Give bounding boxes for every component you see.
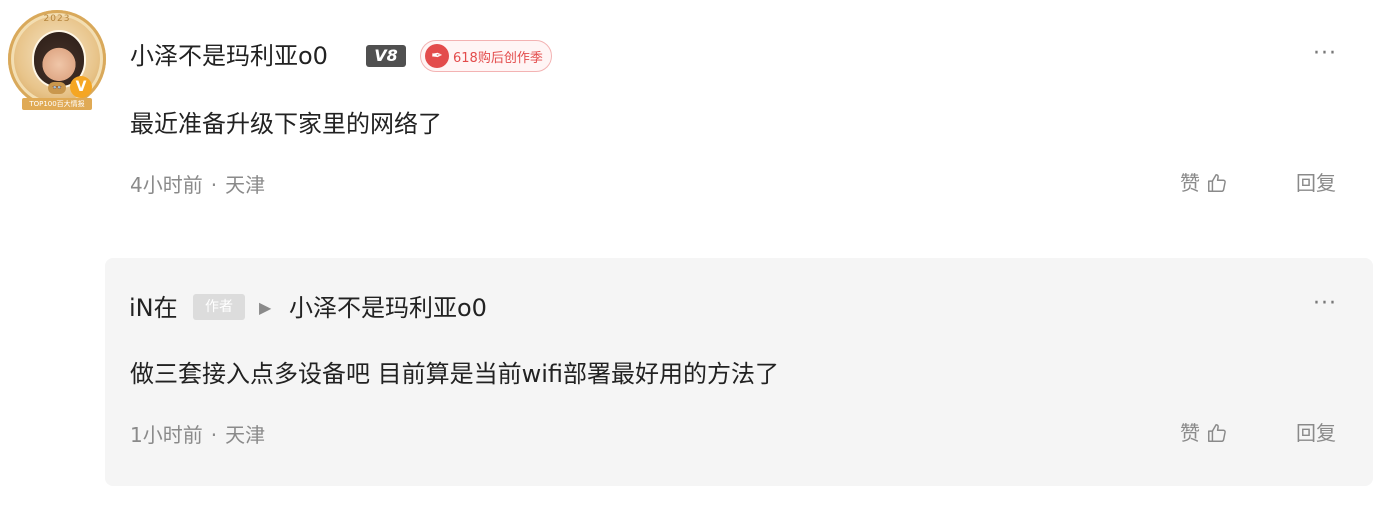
event-badge-label: 618购后创作季 (453, 50, 543, 66)
comment-time: 4小时前 (130, 173, 203, 197)
avatar-ribbon-label: TOP100百大情报 (22, 98, 92, 110)
user-level-badge: V8 (366, 45, 406, 67)
comment-location: 天津 (225, 173, 266, 197)
comment-like-button[interactable]: 赞 (1180, 168, 1228, 198)
reply-target-username[interactable]: 小泽不是玛利亚o0 (289, 290, 487, 326)
user-avatar[interactable]: 2023 👓 V TOP100百大情报 (8, 10, 106, 110)
author-tag: 作者 (193, 294, 245, 320)
comment-username[interactable]: 小泽不是玛利亚o0 (130, 38, 328, 74)
comment-text: 最近准备升级下家里的网络了 (130, 110, 442, 138)
like-label: 赞 (1180, 421, 1200, 445)
comment-reply-button[interactable]: 回复 (1296, 168, 1336, 198)
event-badge[interactable]: ✒ 618购后创作季 (420, 40, 552, 72)
glasses-icon: 👓 (48, 82, 66, 94)
thumbs-up-icon (1208, 174, 1226, 192)
meta-separator: · (210, 423, 218, 447)
like-label: 赞 (1180, 171, 1200, 195)
reply-author-name[interactable]: iN在 (129, 290, 178, 326)
comment-meta: 4小时前 · 天津 (130, 170, 265, 200)
reply-arrow-icon: ▶ (259, 298, 272, 317)
comment-more-button[interactable]: ··· (1308, 43, 1342, 68)
reply-location: 天津 (225, 423, 266, 447)
reply-text: 做三套接入点多设备吧 目前算是当前wifi部署最好用的方法了 (130, 360, 780, 388)
reply-meta: 1小时前 · 天津 (130, 420, 265, 450)
thumbs-up-icon (1208, 424, 1226, 442)
feather-pen-icon: ✒ (425, 44, 449, 68)
meta-separator: · (210, 173, 218, 197)
reply-more-button[interactable]: ··· (1308, 293, 1342, 318)
reply-time: 1小时前 (130, 423, 203, 447)
reply-like-button[interactable]: 赞 (1180, 418, 1228, 448)
avatar-year-label: 2023 (43, 14, 71, 24)
verified-v-icon: V (70, 76, 92, 98)
reply-reply-button[interactable]: 回复 (1296, 418, 1336, 448)
